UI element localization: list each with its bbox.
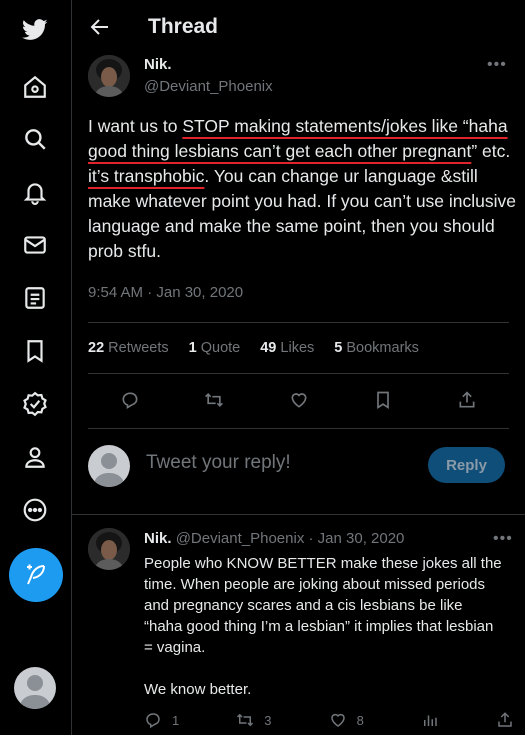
divider: [88, 428, 509, 429]
share-icon: [498, 712, 512, 727]
page-title: Thread: [148, 15, 219, 38]
compose-button[interactable]: [9, 548, 63, 602]
more-options-icon[interactable]: •••: [487, 56, 507, 74]
back-arrow-icon[interactable]: [88, 15, 112, 39]
retweet-icon[interactable]: [202, 388, 226, 412]
main-column: Thread Nik. @Deviant_Phoenix ••• I want …: [72, 0, 525, 735]
reply-action[interactable]: 1: [144, 711, 179, 729]
divider: [88, 322, 509, 323]
reply-author-avatar[interactable]: [88, 528, 130, 570]
share-action[interactable]: [496, 711, 514, 729]
sidebar: [0, 0, 72, 735]
quotes-stat[interactable]: 1 Quote: [189, 340, 241, 356]
profile-icon[interactable]: [20, 442, 50, 472]
author-handle[interactable]: @Deviant_Phoenix: [144, 78, 273, 95]
reply-icon: [146, 713, 160, 729]
author-name[interactable]: Nik.: [144, 56, 172, 73]
user-avatar[interactable]: [88, 445, 130, 487]
retweets-stat[interactable]: 22 Retweets: [88, 340, 169, 356]
thread-header: Thread: [72, 0, 525, 54]
like-action[interactable]: 8: [329, 711, 364, 729]
divider: [72, 514, 525, 515]
tweet-stats: 22 Retweets 1 Quote 49 Likes 5 Bookmarks: [88, 340, 419, 356]
like-icon[interactable]: [287, 388, 311, 412]
home-icon[interactable]: [20, 72, 50, 102]
messages-icon[interactable]: [20, 230, 50, 260]
reply-icon[interactable]: [118, 388, 142, 412]
more-icon[interactable]: [20, 495, 50, 525]
views-action[interactable]: [421, 711, 439, 729]
retweet-icon: [237, 713, 254, 727]
reply-button[interactable]: Reply: [428, 447, 505, 483]
twitter-logo-icon[interactable]: [20, 14, 50, 44]
retweet-count: 3: [264, 712, 272, 728]
bookmarks-icon[interactable]: [20, 336, 50, 366]
search-icon[interactable]: [20, 124, 50, 154]
reply-tweet-text: People who KNOW BETTER make these jokes …: [144, 555, 502, 698]
verified-icon[interactable]: [20, 389, 50, 419]
reply-tweet-actions: 1 3 8: [144, 711, 514, 729]
like-icon: [330, 713, 345, 727]
reply-more-options-icon[interactable]: •••: [493, 530, 513, 548]
reply-author-line[interactable]: Nik. @Deviant_Phoenix · Jan 30, 2020: [144, 530, 404, 547]
author-avatar[interactable]: [88, 55, 130, 97]
reply-count: 1: [172, 712, 180, 728]
reply-input[interactable]: Tweet your reply!: [146, 452, 291, 474]
compose-icon: [27, 564, 45, 585]
views-icon: [423, 715, 437, 726]
retweet-action[interactable]: 3: [236, 711, 272, 729]
account-avatar[interactable]: [14, 667, 56, 709]
bookmark-icon[interactable]: [371, 388, 395, 412]
tweet-timestamp[interactable]: 9:54 AM · Jan 30, 2020: [88, 284, 243, 301]
notifications-icon[interactable]: [20, 177, 50, 207]
tweet-text: I want us to STOP making statements/joke…: [88, 116, 517, 261]
lists-icon[interactable]: [20, 283, 50, 313]
tweet-actions: [88, 388, 509, 412]
bookmarks-stat[interactable]: 5 Bookmarks: [334, 340, 419, 356]
like-count: 8: [356, 712, 364, 728]
likes-stat[interactable]: 49 Likes: [260, 340, 314, 356]
divider: [88, 373, 509, 374]
share-icon[interactable]: [455, 388, 479, 412]
